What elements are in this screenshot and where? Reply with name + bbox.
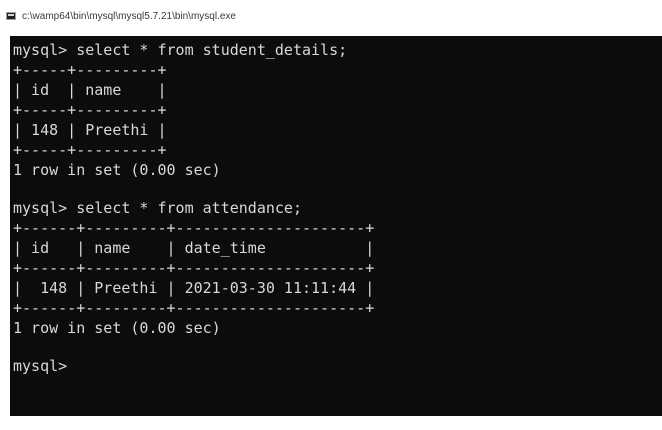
- table-border-line: +-----+---------+: [13, 101, 167, 119]
- title-bar[interactable]: c:\wamp64\bin\mysql\mysql5.7.21\bin\mysq…: [0, 0, 662, 34]
- console-output: mysql> select * from student_details; +--…: [13, 40, 374, 376]
- window-title: c:\wamp64\bin\mysql\mysql5.7.21\bin\mysq…: [22, 11, 236, 22]
- result-summary-line: 1 row in set (0.00 sec): [13, 161, 221, 179]
- table-border-line: +-----+---------+: [13, 141, 167, 159]
- window-left-edge: [0, 34, 10, 416]
- console-window-icon: [6, 12, 16, 20]
- prompt-line-query-2: mysql> select * from attendance;: [13, 199, 302, 217]
- table-border-line: +-----+---------+: [13, 61, 167, 79]
- table-data-row: | 148 | Preethi | 2021-03-30 11:11:44 |: [13, 279, 375, 297]
- table-border-line: +------+---------+---------------------+: [13, 219, 375, 237]
- mysql-prompt-input-line[interactable]: mysql>: [13, 356, 374, 376]
- table-border-line: +------+---------+---------------------+: [13, 259, 375, 277]
- table-header-row: | id | name |: [13, 81, 167, 99]
- prompt-line-query-1: mysql> select * from student_details;: [13, 41, 348, 59]
- table-header-row: | id | name | date_time |: [13, 239, 375, 257]
- table-data-row: | 148 | Preethi |: [13, 121, 167, 139]
- table-border-line: +------+---------+---------------------+: [13, 299, 375, 317]
- result-summary-line: 1 row in set (0.00 sec): [13, 319, 221, 337]
- console-area[interactable]: mysql> select * from student_details; +--…: [10, 36, 662, 416]
- window-bottom-edge: [0, 416, 662, 430]
- mysql-console-window: c:\wamp64\bin\mysql\mysql5.7.21\bin\mysq…: [0, 0, 662, 430]
